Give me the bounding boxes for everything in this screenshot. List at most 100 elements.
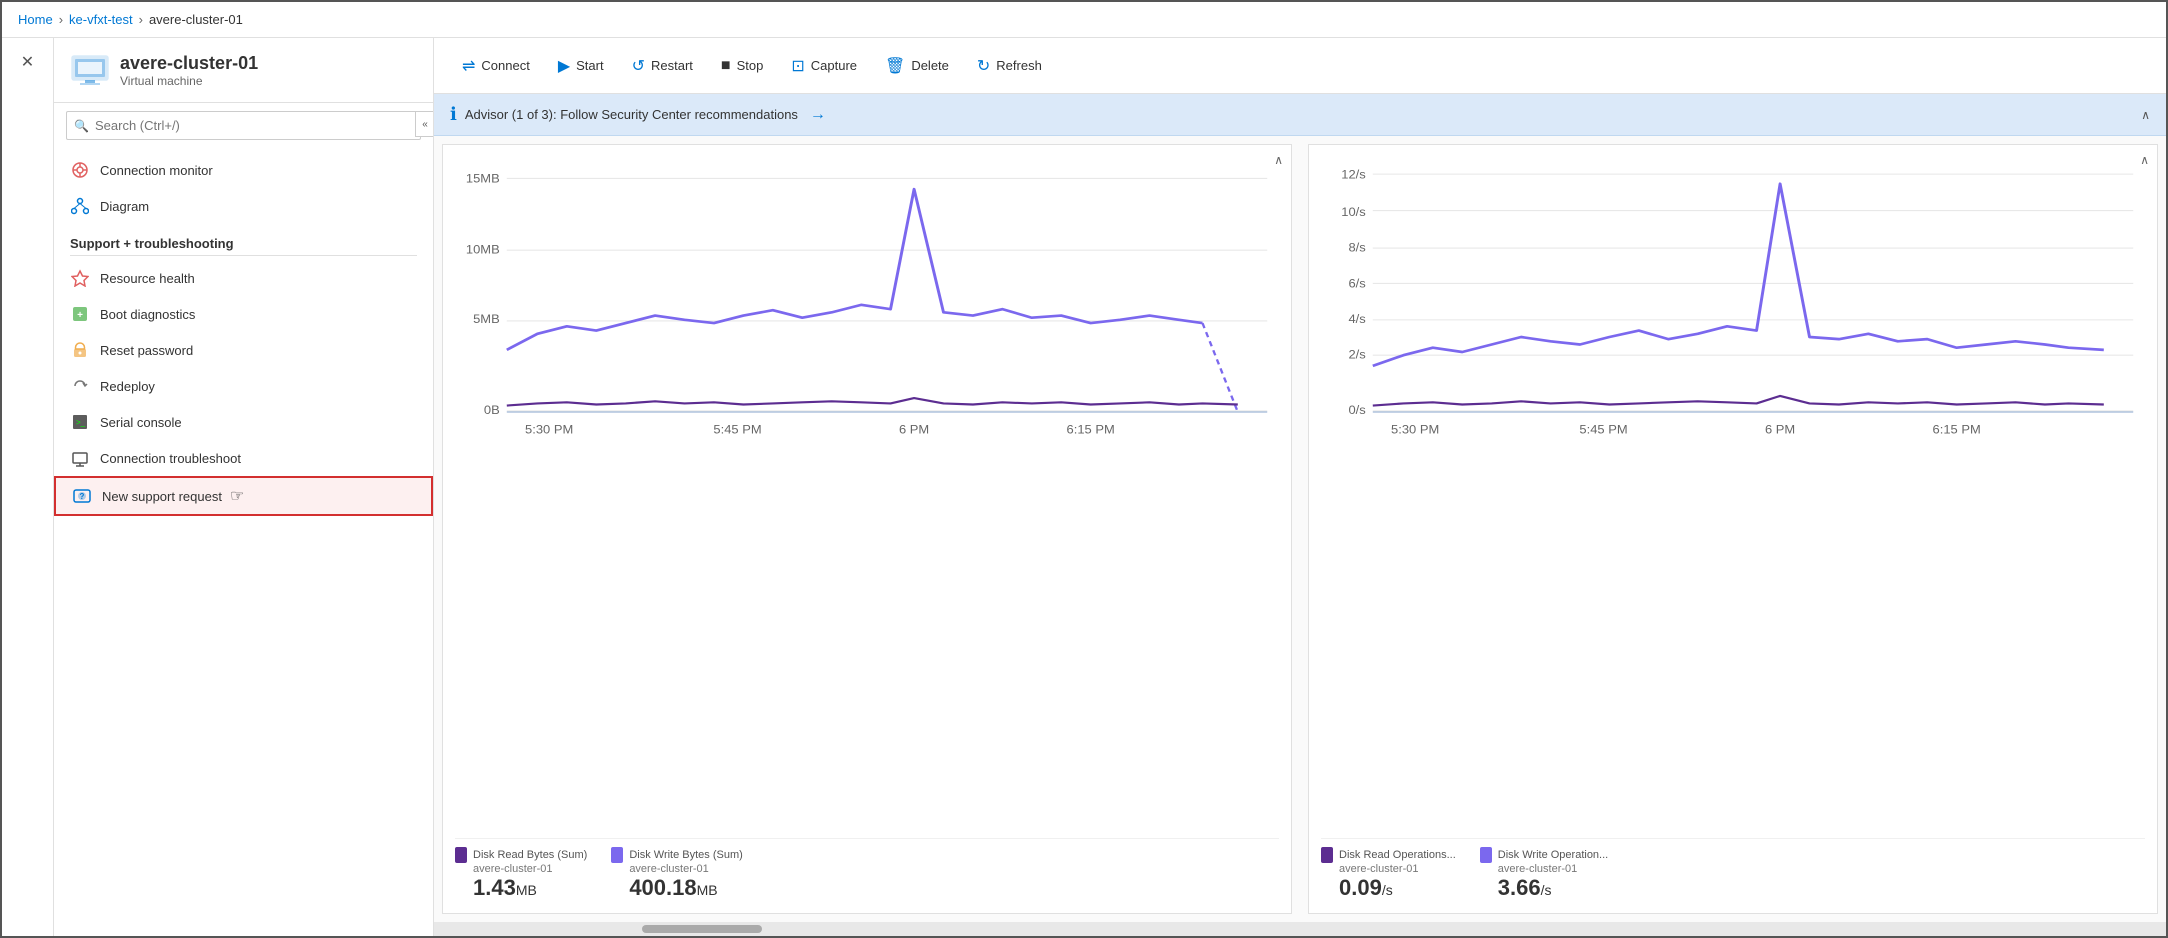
search-input[interactable]: [66, 111, 421, 140]
toolbar: ⇌ Connect ▶ Start ↺ Restart ■ Stop ⊡ C: [434, 38, 2166, 94]
svg-text:4/s: 4/s: [1348, 313, 1365, 326]
advisor-text: Advisor (1 of 3): Follow Security Center…: [465, 107, 798, 122]
redeploy-icon: [70, 376, 90, 396]
chart1-read-label: Disk Read Bytes (Sum): [473, 849, 587, 861]
chart2-legend-read: Disk Read Operations... avere-cluster-01…: [1321, 847, 1456, 901]
svg-text:6 PM: 6 PM: [1765, 423, 1795, 436]
restart-button[interactable]: ↺ Restart: [620, 50, 705, 82]
breadcrumb-sep2: ›: [139, 12, 143, 27]
close-button[interactable]: ✕: [12, 46, 44, 78]
diagram-label: Diagram: [100, 199, 149, 214]
chart1-read-sublabel: avere-cluster-01: [473, 863, 587, 875]
app-window: Home › ke-vfxt-test › avere-cluster-01 ✕: [0, 0, 2168, 938]
sidebar-item-connection-troubleshoot[interactable]: Connection troubleshoot: [54, 440, 433, 476]
svg-text:+: +: [77, 310, 83, 321]
chart2-legend: Disk Read Operations... avere-cluster-01…: [1321, 838, 2145, 901]
advisor-banner[interactable]: ℹ Advisor (1 of 3): Follow Security Cent…: [434, 94, 2166, 136]
capture-button[interactable]: ⊡ Capture: [779, 50, 869, 82]
refresh-button[interactable]: ↻ Refresh: [965, 50, 1054, 82]
chart1-write-sublabel: avere-cluster-01: [629, 863, 742, 875]
breadcrumb-home[interactable]: Home: [18, 12, 53, 27]
svg-text:6 PM: 6 PM: [899, 423, 929, 436]
chart1-svg-container: 15MB 10MB 5MB 0B 5:30: [455, 157, 1279, 830]
svg-text:6/s: 6/s: [1348, 277, 1365, 290]
capture-icon: ⊡: [791, 56, 804, 76]
diagram-icon: [70, 196, 90, 216]
advisor-collapse-icon[interactable]: ∧: [2141, 108, 2150, 122]
chart2-write-sublabel: avere-cluster-01: [1498, 863, 1608, 875]
svg-text:5:45 PM: 5:45 PM: [713, 423, 761, 436]
sidebar: avere-cluster-01 Virtual machine 🔍 « Con…: [54, 38, 434, 936]
search-box: 🔍 «: [66, 111, 421, 140]
chart1-write-label: Disk Write Bytes (Sum): [629, 849, 742, 861]
new-support-request-label: New support request: [102, 489, 222, 504]
sidebar-item-connection-monitor[interactable]: Connection monitor: [54, 152, 433, 188]
sidebar-item-redeploy[interactable]: Redeploy: [54, 368, 433, 404]
chart1-write-color: [611, 847, 623, 863]
sidebar-nav: Connection monitor Diagram Support + tro…: [54, 148, 433, 936]
svg-text:5:30 PM: 5:30 PM: [1391, 423, 1439, 436]
chart-disk-bytes: ∧ 15MB 10MB 5MB 0B: [442, 144, 1292, 914]
reset-password-label: Reset password: [100, 343, 193, 358]
redeploy-label: Redeploy: [100, 379, 155, 394]
sidebar-item-diagram[interactable]: Diagram: [54, 188, 433, 224]
advisor-info-icon: ℹ: [450, 104, 457, 125]
svg-text:6:15 PM: 6:15 PM: [1067, 423, 1115, 436]
advisor-arrow: →: [810, 106, 826, 124]
sidebar-item-reset-password[interactable]: Reset password: [54, 332, 433, 368]
main-layout: ✕ avere-cluster-01 Virtual machine: [2, 38, 2166, 936]
vm-title: avere-cluster-01: [120, 53, 258, 74]
svg-text:0B: 0B: [484, 404, 500, 417]
scrollbar-thumb: [642, 925, 762, 933]
svg-text:6:15 PM: 6:15 PM: [1933, 423, 1981, 436]
content-area: ⇌ Connect ▶ Start ↺ Restart ■ Stop ⊡ C: [434, 38, 2166, 936]
chart2-read-value: 0.09/s: [1339, 875, 1456, 901]
svg-text:>_: >_: [76, 418, 86, 427]
chart2-read-label: Disk Read Operations...: [1339, 849, 1456, 861]
sidebar-item-boot-diagnostics[interactable]: + Boot diagnostics: [54, 296, 433, 332]
connect-button[interactable]: ⇌ Connect: [450, 50, 542, 82]
stop-icon: ■: [721, 57, 731, 75]
svg-text:?: ?: [80, 492, 85, 501]
chart2-read-sublabel: avere-cluster-01: [1339, 863, 1456, 875]
chart1-read-value: 1.43MB: [473, 875, 587, 901]
breadcrumb-parent[interactable]: ke-vfxt-test: [69, 12, 133, 27]
chart2-write-color: [1480, 847, 1492, 863]
svg-text:2/s: 2/s: [1348, 348, 1365, 361]
bottom-scrollbar[interactable]: [434, 922, 2166, 936]
svg-text:15MB: 15MB: [466, 172, 500, 185]
charts-area: ∧ 15MB 10MB 5MB 0B: [434, 136, 2166, 922]
sidebar-item-serial-console[interactable]: >_ Serial console: [54, 404, 433, 440]
vm-icon: [70, 50, 110, 90]
restart-icon: ↺: [632, 56, 645, 76]
serial-console-icon: >_: [70, 412, 90, 432]
chart2-legend-write: Disk Write Operation... avere-cluster-01…: [1480, 847, 1608, 901]
chart2-read-color: [1321, 847, 1333, 863]
chart2-write-label: Disk Write Operation...: [1498, 849, 1608, 861]
svg-text:5:45 PM: 5:45 PM: [1579, 423, 1627, 436]
connect-icon: ⇌: [462, 56, 475, 76]
reset-password-icon: [70, 340, 90, 360]
support-section-header: Support + troubleshooting: [54, 224, 433, 255]
delete-button[interactable]: 🗑 Delete: [873, 50, 961, 82]
stop-button[interactable]: ■ Stop: [709, 51, 775, 81]
boot-diagnostics-label: Boot diagnostics: [100, 307, 195, 322]
sidebar-item-new-support-request[interactable]: ? New support request ☞: [54, 476, 433, 516]
vm-header: avere-cluster-01 Virtual machine: [54, 38, 433, 103]
start-button[interactable]: ▶ Start: [546, 50, 616, 82]
connection-monitor-icon: [70, 160, 90, 180]
chart2-write-value: 3.66/s: [1498, 875, 1608, 901]
breadcrumb-sep1: ›: [59, 12, 63, 27]
chart1-legend-read: Disk Read Bytes (Sum) avere-cluster-01 1…: [455, 847, 587, 901]
svg-text:0/s: 0/s: [1348, 404, 1365, 417]
search-icon: 🔍: [74, 119, 89, 133]
chart2-svg-container: 12/s 10/s 8/s 6/s 4/s 2/s 0/s: [1321, 157, 2145, 830]
svg-text:10/s: 10/s: [1341, 205, 1365, 218]
sidebar-item-resource-health[interactable]: Resource health: [54, 260, 433, 296]
svg-text:12/s: 12/s: [1341, 168, 1365, 181]
cursor-icon: ☞: [230, 486, 244, 506]
delete-icon: 🗑: [885, 56, 905, 76]
start-icon: ▶: [558, 56, 570, 76]
collapse-sidebar-button[interactable]: «: [415, 111, 434, 137]
svg-text:5:30 PM: 5:30 PM: [525, 423, 573, 436]
